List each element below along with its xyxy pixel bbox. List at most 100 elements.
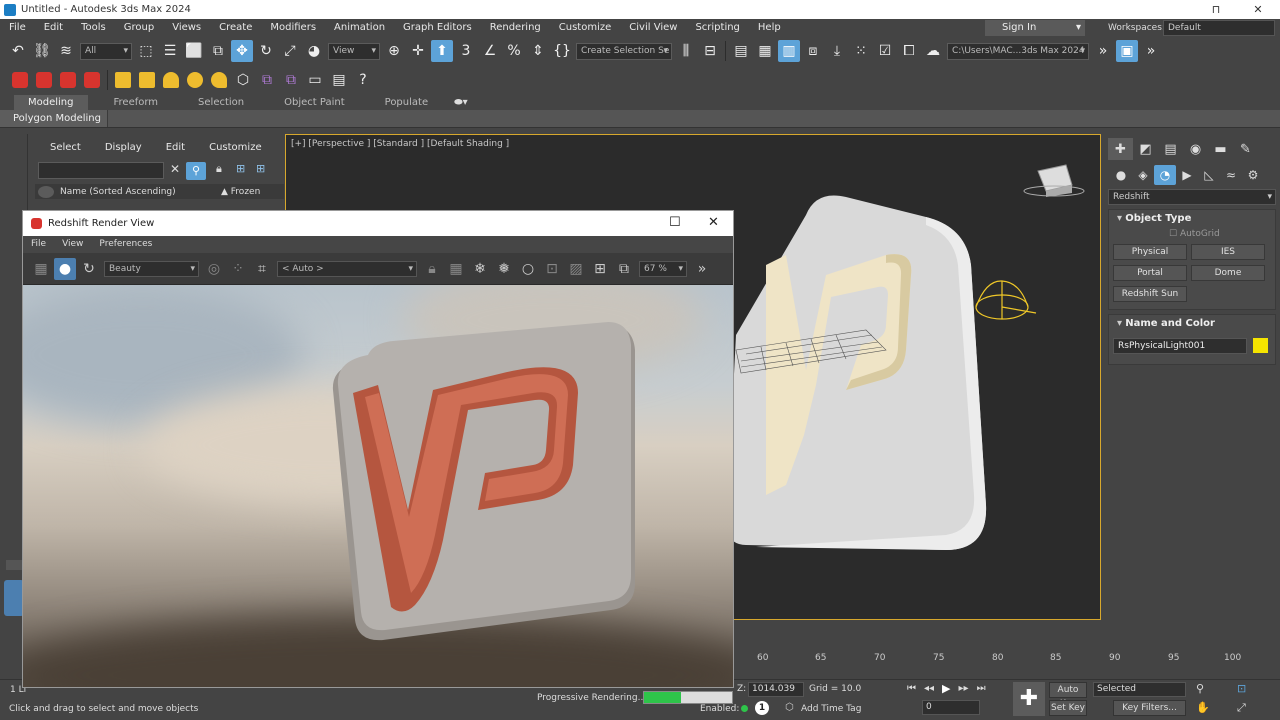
help-icon[interactable]: ? — [352, 69, 374, 91]
helpers-icon[interactable]: ◺ — [1198, 165, 1220, 185]
select-by-name-icon[interactable]: ☰ — [159, 40, 181, 62]
aov-select[interactable]: Beauty — [104, 260, 199, 277]
toggle-ribbon-icon[interactable]: ▦ — [754, 40, 776, 62]
rv-menu-preferences[interactable]: Preferences — [91, 236, 160, 253]
place-icon[interactable]: ◕ — [303, 40, 325, 62]
edit-named-selection-icon[interactable]: {} — [551, 40, 573, 62]
clapper-icon[interactable]: ▦ — [30, 258, 52, 280]
redshift-render-icon[interactable] — [36, 72, 52, 88]
utilities-tab-icon[interactable]: ✎ — [1233, 138, 1258, 160]
object-name-input[interactable]: RsPhysicalLight001 — [1113, 338, 1247, 354]
schematic-view-icon[interactable]: ⧈ — [802, 40, 824, 62]
timeline-ruler[interactable]: 60 65 70 75 80 85 90 95 100 — [734, 640, 1241, 670]
percent-snap-icon[interactable]: % — [503, 40, 525, 62]
render-image[interactable] — [23, 285, 733, 687]
menu-tools[interactable]: Tools — [72, 19, 115, 37]
geometry-icon[interactable]: ● — [1110, 165, 1132, 185]
object-color-swatch[interactable] — [1253, 338, 1268, 353]
rendered-frame-icon[interactable]: ☑ — [874, 40, 896, 62]
menu-views[interactable]: Views — [163, 19, 210, 37]
menu-rendering[interactable]: Rendering — [481, 19, 550, 37]
tab-selection[interactable]: Selection — [184, 95, 258, 110]
angle-snap-icon[interactable]: ∠ — [479, 40, 501, 62]
redshift-ies-icon[interactable] — [187, 72, 203, 88]
dome-light-button[interactable]: Dome — [1191, 265, 1265, 281]
create-tab-icon[interactable]: ✚ — [1108, 138, 1133, 160]
menu-edit[interactable]: Edit — [35, 19, 72, 37]
tab-object-paint[interactable]: Object Paint — [270, 95, 359, 110]
redshift-ipr-icon[interactable] — [60, 72, 76, 88]
sign-in-button[interactable]: Sign In ▾ — [985, 20, 1085, 36]
menu-animation[interactable]: Animation — [325, 19, 394, 37]
lock-icon[interactable]: 🔒︎ — [421, 258, 443, 280]
add-key-icon[interactable]: ✚ — [1013, 682, 1045, 716]
ies-light-button[interactable]: IES — [1191, 244, 1265, 260]
ribbon-options-icon[interactable]: ⬬▾ — [454, 97, 468, 108]
named-selection-select[interactable]: Create Selection Se — [576, 42, 672, 60]
column-name[interactable]: Name (Sorted Ascending) — [60, 187, 176, 197]
bind-spacewarp-icon[interactable]: ≋ — [55, 40, 77, 62]
pivot-center-icon[interactable]: ⊕ — [383, 40, 405, 62]
snaps-toggle-icon[interactable]: 3 — [455, 40, 477, 62]
play-icon[interactable]: ▶ — [942, 682, 950, 695]
undo-icon[interactable]: ↶ — [7, 40, 29, 62]
redshift-settings-icon[interactable]: ▭ — [304, 69, 326, 91]
cameras-icon[interactable]: ▶ — [1176, 165, 1198, 185]
freeze-icon[interactable]: ❄ — [469, 258, 491, 280]
window-crossing-icon[interactable]: ⧉ — [207, 40, 229, 62]
refresh-icon[interactable]: ↻ — [78, 258, 100, 280]
shapes-icon[interactable]: ◈ — [1132, 165, 1154, 185]
selection-lock-icon[interactable]: 1 — [755, 701, 769, 715]
rotate-icon[interactable]: ↻ — [255, 40, 277, 62]
autogrid-checkbox[interactable]: ☐ AutoGrid — [1109, 227, 1275, 241]
redshift-rv-icon[interactable] — [12, 72, 28, 88]
mirror-icon[interactable]: ⫼ — [675, 40, 697, 62]
redshift-light-icon[interactable] — [115, 72, 131, 88]
zoom-icon[interactable]: ⚲ — [1196, 682, 1204, 695]
image-icon[interactable]: ▨ — [565, 258, 587, 280]
manipulate-icon[interactable]: ✛ — [407, 40, 429, 62]
explorer-menu-edit[interactable]: Edit — [154, 134, 197, 162]
maximize-icon[interactable]: ☐ — [669, 215, 681, 230]
set-key-button[interactable]: Set Key — [1049, 700, 1087, 716]
render-production-icon[interactable]: ⧠ — [898, 40, 920, 62]
display-tab-icon[interactable]: ▬ — [1208, 138, 1233, 160]
rect-selection-icon[interactable]: ⬜ — [183, 40, 205, 62]
snapshot-grid-icon[interactable]: ▦ — [445, 258, 467, 280]
zoom-level-select[interactable]: 67 % — [639, 260, 687, 277]
material-editor-icon[interactable]: ⤓ — [826, 40, 848, 62]
more-tools-icon[interactable]: » — [1092, 40, 1114, 62]
more-icon[interactable]: » — [691, 258, 713, 280]
camera-select[interactable]: < Auto > — [277, 260, 417, 277]
curve-editor-icon[interactable]: ▥ — [778, 40, 800, 62]
redshift-log-icon[interactable]: ▤ — [328, 69, 350, 91]
layers-icon[interactable]: ⊞ — [256, 162, 265, 175]
focus-icon[interactable]: ⊡ — [541, 258, 563, 280]
hierarchy-icon[interactable]: ⊞ — [236, 162, 245, 175]
selection-filter-select[interactable]: All — [80, 42, 132, 60]
key-filters-button[interactable]: Key Filters... — [1113, 700, 1186, 716]
clear-filter-icon[interactable]: ✕ — [170, 162, 180, 176]
key-mode-select[interactable]: Selected — [1093, 682, 1186, 697]
explorer-menu-customize[interactable]: Customize — [197, 134, 274, 162]
light-category-select[interactable]: Redshift — [1108, 189, 1276, 205]
redshift-proxy-icon[interactable] — [84, 72, 100, 88]
select-object-icon[interactable]: ⬚ — [135, 40, 157, 62]
pan-icon[interactable]: ✋ — [1196, 701, 1210, 714]
keyboard-shortcut-icon[interactable]: ⬆ — [431, 40, 453, 62]
column-frozen[interactable]: ▲ Frozen — [221, 187, 260, 197]
current-frame-input[interactable]: 0 — [922, 700, 980, 715]
explorer-menu-select[interactable]: Select — [38, 134, 93, 162]
spacewarps-icon[interactable]: ≈ — [1220, 165, 1242, 185]
lock-icon[interactable]: 🔒︎ — [216, 162, 222, 176]
more-icon[interactable]: » — [1140, 40, 1162, 62]
menu-file[interactable]: File — [0, 19, 35, 37]
redshift-material-icon[interactable]: ⧉ — [256, 69, 278, 91]
link-icon[interactable]: ⛓ — [31, 40, 53, 62]
explorer-search-input[interactable] — [38, 162, 164, 179]
portal-light-button[interactable]: Portal — [1113, 265, 1187, 281]
name-color-title[interactable]: Name and Color — [1109, 315, 1275, 332]
render-setup-icon[interactable]: ⁙ — [850, 40, 872, 62]
copy-icon[interactable]: ⧉ — [613, 258, 635, 280]
zoom-extents-icon[interactable]: ⊡ — [1237, 682, 1246, 695]
